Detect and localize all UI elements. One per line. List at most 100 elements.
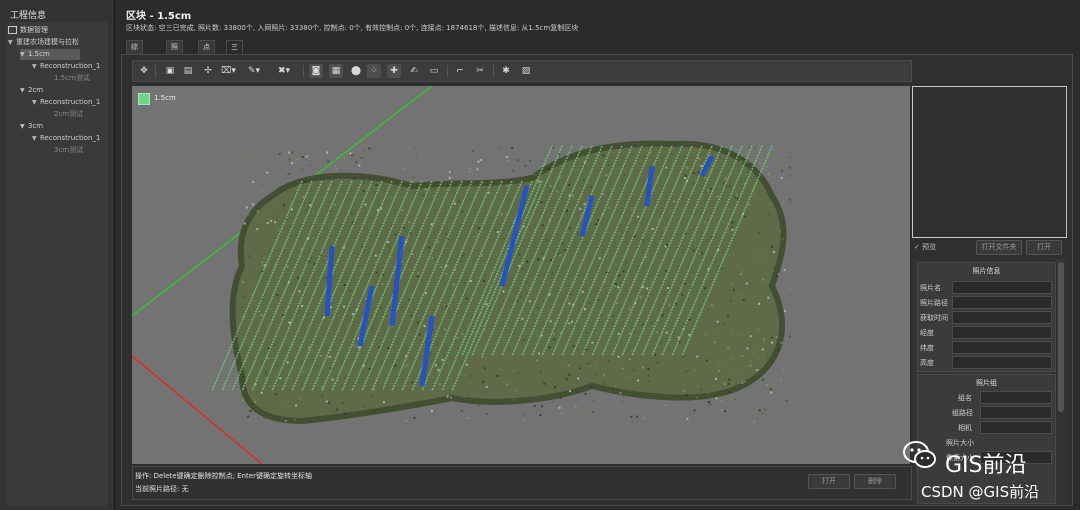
cloud-point bbox=[427, 246, 430, 249]
expand-arrow-icon[interactable]: ▼ bbox=[32, 97, 40, 108]
cloud-point bbox=[572, 345, 575, 348]
cloud-point bbox=[513, 399, 516, 402]
expand-arrow-icon[interactable]: ▼ bbox=[20, 49, 28, 60]
cloud-point bbox=[723, 383, 726, 386]
tree-item-label: 1.5cm bbox=[28, 50, 50, 58]
location-pin-icon[interactable]: ⬤ bbox=[349, 64, 363, 78]
tab-3d-view[interactable]: 三维视图 bbox=[226, 40, 243, 90]
expand-arrow-icon[interactable]: ▼ bbox=[20, 85, 28, 96]
crosshair-icon[interactable]: ✚ bbox=[387, 64, 401, 78]
tree-item-root[interactable]: 数据管理 bbox=[8, 25, 48, 36]
cloud-point bbox=[418, 333, 421, 336]
tree-item-recon[interactable]: ▼ Reconstruction_1 bbox=[32, 97, 100, 108]
tree-item-recon[interactable]: ▼ Reconstruction_1 bbox=[32, 61, 100, 72]
delete-button[interactable]: 删除 bbox=[854, 474, 896, 489]
cloud-point bbox=[243, 296, 246, 299]
group-path-field bbox=[980, 406, 1052, 419]
cloud-point bbox=[631, 338, 634, 340]
cloud-point bbox=[547, 168, 550, 171]
cloud-point bbox=[305, 209, 307, 212]
cloud-point bbox=[630, 415, 633, 418]
cloud-point bbox=[770, 336, 773, 339]
cloud-point bbox=[731, 283, 734, 286]
cloud-point bbox=[286, 361, 289, 364]
photo-add-icon[interactable]: ▣ bbox=[163, 64, 177, 78]
cloud-point bbox=[249, 409, 252, 412]
scrollbar[interactable] bbox=[1058, 262, 1064, 412]
region-icon[interactable]: ▭ bbox=[427, 64, 441, 78]
cloud-point bbox=[381, 282, 384, 285]
tree-item-block[interactable]: ▼ 2cm bbox=[20, 85, 43, 96]
cloud-point bbox=[274, 221, 277, 224]
picture-icon[interactable]: ▨ bbox=[519, 64, 533, 78]
open-folder-button[interactable]: 打开文件夹 bbox=[976, 240, 1022, 255]
tree-item-sub[interactable]: 1.5cm测试 bbox=[54, 73, 90, 84]
cloud-point bbox=[537, 258, 540, 261]
cloud-point bbox=[321, 303, 324, 306]
tree-item-block[interactable]: ▼ 1.5cm bbox=[20, 49, 80, 60]
measure-icon[interactable]: ✍ bbox=[407, 64, 421, 78]
cloud-point bbox=[728, 390, 731, 393]
tools-dropdown-icon[interactable]: ✖▾ bbox=[277, 64, 291, 78]
image-view-icon[interactable]: ▦ bbox=[329, 64, 343, 78]
cloud-point bbox=[757, 328, 760, 331]
tree-item-sub[interactable]: 2cm测试 bbox=[54, 109, 83, 120]
cloud-point bbox=[604, 382, 606, 385]
cloud-point bbox=[520, 407, 523, 410]
axis-icon[interactable]: ⌐ bbox=[453, 64, 467, 78]
settings-icon[interactable]: ✱ bbox=[499, 64, 513, 78]
expand-arrow-icon[interactable]: ▼ bbox=[32, 61, 40, 72]
select-icon[interactable]: ✥ bbox=[137, 64, 151, 78]
cloud-point bbox=[485, 357, 487, 360]
photo-remove-icon[interactable]: ▤ bbox=[181, 64, 195, 78]
cloud-point bbox=[247, 214, 250, 217]
cloud-point bbox=[389, 196, 392, 199]
cloud-point bbox=[349, 289, 352, 292]
open-photo-button[interactable]: 打开 bbox=[1026, 240, 1062, 255]
group-name-field bbox=[980, 391, 1052, 404]
cloud-point bbox=[707, 189, 710, 192]
expand-arrow-icon[interactable]: ▼ bbox=[32, 133, 40, 144]
cloud-point bbox=[625, 261, 628, 264]
cloud-point bbox=[465, 273, 467, 276]
tie-point-icon[interactable]: ✢ bbox=[201, 64, 215, 78]
cloud-point bbox=[606, 349, 609, 352]
tab-point-cloud[interactable]: 点云 bbox=[198, 40, 215, 64]
cloud-point bbox=[360, 156, 363, 159]
photo-name-field bbox=[952, 281, 1052, 294]
3d-viewport[interactable]: 1.5cm bbox=[132, 86, 910, 464]
expand-arrow-icon[interactable]: ▼ bbox=[20, 121, 28, 132]
row-label: 纬度 bbox=[920, 344, 934, 352]
cloud-point bbox=[530, 340, 532, 343]
preview-checkbox[interactable]: ✓ 预览 bbox=[914, 242, 936, 252]
marker-dropdown-icon[interactable]: ✎▾ bbox=[247, 64, 261, 78]
clear-icon[interactable]: ✂ bbox=[473, 64, 487, 78]
cloud-point bbox=[697, 157, 700, 160]
open-button[interactable]: 打开 bbox=[808, 474, 850, 489]
row-label: 经度 bbox=[920, 329, 934, 337]
tab-photo-groups[interactable]: 照片组 bbox=[166, 40, 183, 77]
cloud-point bbox=[287, 401, 289, 403]
expand-arrow-icon[interactable]: ▼ bbox=[8, 37, 16, 48]
tree-item-project[interactable]: ▼ 重建农场建模与拉松 bbox=[8, 37, 79, 48]
cloud-point bbox=[688, 308, 691, 311]
cloud-point bbox=[552, 146, 555, 149]
cloud-point bbox=[456, 336, 459, 339]
cloud-point bbox=[656, 331, 659, 334]
camera-dropdown-icon[interactable]: ⌧▾ bbox=[221, 64, 236, 78]
tree-item-recon[interactable]: ▼ Reconstruction_1 bbox=[32, 133, 100, 144]
tree-item-sub[interactable]: 3cm测试 bbox=[54, 145, 83, 156]
cloud-point bbox=[279, 377, 282, 380]
cloud-point bbox=[306, 318, 309, 321]
cloud-point bbox=[512, 169, 515, 172]
snapshot-icon[interactable]: ◙ bbox=[309, 64, 323, 78]
cloud-point bbox=[585, 353, 588, 356]
cloud-point bbox=[695, 396, 698, 399]
cloud-point bbox=[758, 409, 761, 412]
cloud-point bbox=[788, 198, 791, 201]
cloud-point bbox=[387, 241, 390, 244]
point-select-icon[interactable]: ⁘ bbox=[367, 64, 381, 78]
point-cloud-canvas[interactable] bbox=[132, 86, 910, 464]
tab-overview[interactable]: 综合信息 bbox=[126, 40, 143, 90]
tree-item-block[interactable]: ▼ 3cm bbox=[20, 121, 43, 132]
